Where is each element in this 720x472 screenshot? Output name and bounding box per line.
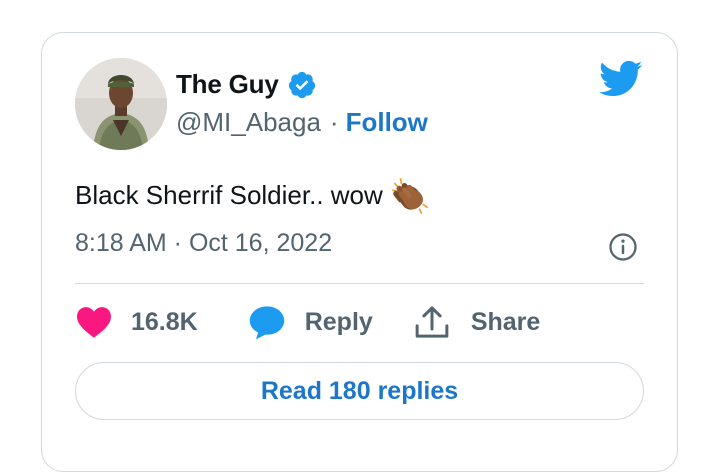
author-name-row: The Guy — [176, 69, 317, 100]
verified-badge-icon — [288, 71, 315, 98]
author-handle-row: @MI_Abaga · Follow — [176, 107, 428, 138]
tweet-timestamp[interactable]: 8:18 AM · Oct 16, 2022 — [75, 229, 332, 258]
speech-bubble-icon — [249, 306, 284, 340]
clapping-hands-icon — [391, 177, 428, 214]
reply-button[interactable]: Reply — [248, 304, 373, 340]
share-label: Share — [470, 307, 541, 336]
avatar-photo — [75, 58, 167, 150]
follow-button[interactable]: Follow — [346, 107, 428, 138]
tweet-card[interactable]: The Guy @MI_Abaga · Follow Black Sherrif… — [41, 32, 678, 472]
like-count: 16.8K — [131, 307, 198, 336]
author-handle[interactable]: @MI_Abaga — [176, 107, 321, 138]
tweet-text: Black Sherrif Soldier.. wow — [75, 176, 429, 214]
like-button[interactable]: 16.8K — [75, 305, 198, 339]
twitter-bird-icon[interactable] — [599, 59, 643, 99]
share-button[interactable]: Share — [413, 304, 540, 340]
read-replies-label: Read 180 replies — [260, 376, 459, 405]
info-icon[interactable] — [608, 232, 638, 262]
reply-label: Reply — [304, 307, 373, 336]
separator-dot: · — [329, 107, 339, 137]
tweet-body: Black Sherrif Soldier.. wow — [75, 179, 383, 210]
heart-icon — [77, 307, 111, 338]
divider — [75, 283, 644, 284]
read-replies-button[interactable]: Read 180 replies — [75, 362, 644, 420]
share-upload-icon — [415, 306, 449, 338]
avatar[interactable] — [75, 58, 167, 150]
author-display-name[interactable]: The Guy — [176, 69, 279, 100]
tweet-actions: 16.8K Reply Share — [75, 301, 540, 343]
